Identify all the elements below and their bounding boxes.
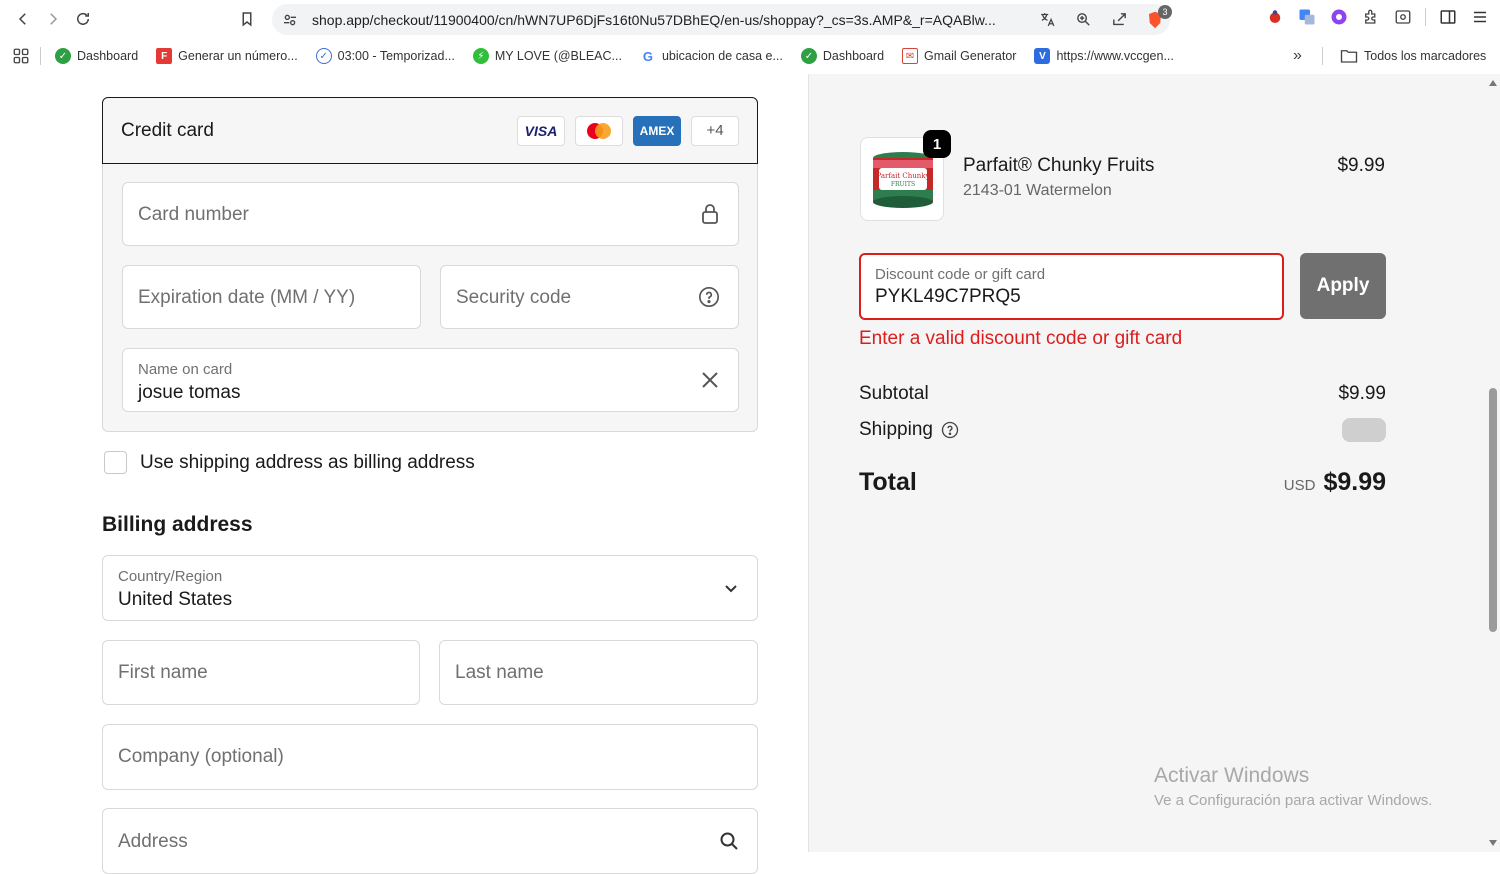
total-value: $9.99 [1323,468,1386,496]
checkout-form: Credit card VISA AMEX +4 Card number Exp… [0,74,808,874]
google-icon: G [639,48,656,64]
f-icon: F [156,48,173,64]
total-label: Total [859,468,917,496]
credit-card-option[interactable]: Credit card VISA AMEX +4 [102,97,758,164]
address-bar[interactable]: shop.app/checkout/11900400/cn/hWN7UP6DjF… [272,4,1172,35]
country-select[interactable]: Country/Region United States [102,555,758,621]
shield-count-badge: 3 [1158,4,1172,19]
check-circle-icon: ✓ [315,48,332,64]
scroll-thumb[interactable] [1489,388,1497,632]
share-icon[interactable] [1108,9,1130,31]
apply-button[interactable]: Apply [1300,253,1386,319]
bookmark-item[interactable]: ✓ 03:00 - Temporizad... [315,48,455,64]
bookmark-item[interactable]: Gubicacion de casa e... [639,48,783,64]
bookmark-icon[interactable] [232,4,262,34]
bookmark-item[interactable]: ✓ Dashboard [800,48,884,64]
first-name-field[interactable]: First name [102,640,420,705]
dashboard-icon: ✓ [55,48,71,64]
apps-grid-icon[interactable] [12,47,30,65]
scroll-up-icon[interactable] [1489,80,1497,86]
product-thumbnail: Parfait Chunky FRUITS 1 [860,130,951,221]
amex-icon: AMEX [633,115,681,146]
mastercard-icon [575,115,623,146]
bookmark-item[interactable]: ✉ Gmail Generator [902,48,1016,64]
scroll-down-icon[interactable] [1489,840,1497,846]
use-shipping-checkbox[interactable] [104,451,127,474]
reload-icon[interactable] [68,4,98,34]
security-code-field[interactable]: Security code [440,265,739,329]
sidebar-toggle-icon[interactable] [1438,7,1458,27]
bookmark-item[interactable]: F Generar un número... [156,48,298,64]
extension-translate-icon[interactable] [1297,7,1317,27]
discount-error-message: Enter a valid discount code or gift card [859,328,1183,349]
extension-ladybug-icon[interactable] [1265,7,1285,27]
browser-toolbar: shop.app/checkout/11900400/cn/hWN7UP6DjF… [0,0,1500,38]
last-name-field[interactable]: Last name [439,640,758,705]
product-variant: 2143-01 Watermelon [963,182,1112,199]
folder-icon [1340,48,1358,64]
menu-icon[interactable] [1470,7,1490,27]
site-settings-icon[interactable] [282,12,298,28]
gmail-icon: ✉ [902,48,919,64]
search-icon[interactable] [719,831,739,851]
bookmark-item[interactable]: Vhttps://www.vccgen... [1034,48,1174,64]
shipping-help-icon[interactable] [941,421,959,439]
zoom-icon[interactable] [1072,9,1094,31]
extensions-puzzle-icon[interactable] [1361,7,1381,27]
subtotal-row: Subtotal $9.99 [859,383,1386,405]
credit-card-fields: Card number Expiration date (MM / YY) Se… [102,164,758,432]
discount-code-field[interactable]: Discount code or gift card PYKL49C7PRQ5 [859,253,1284,320]
back-icon[interactable] [8,4,38,34]
credit-card-title: Credit card [121,119,214,141]
subtotal-label: Subtotal [859,383,929,404]
currency-code: USD [1283,477,1316,494]
order-summary: Parfait Chunky FRUITS 1 Parfait® Chunky … [808,74,1500,852]
windows-watermark-subtitle: Ve a Configuración para activar Windows. [1154,792,1433,809]
bolt-icon: ⚡ [472,48,489,64]
bookmark-item[interactable]: ✓ Dashboard [55,48,138,64]
total-row: Total USD $9.99 [859,468,1386,497]
translate-icon[interactable] [1036,9,1058,31]
clear-icon[interactable] [700,370,720,390]
shipping-row: Shipping [859,418,1386,442]
brave-shield-icon[interactable]: 3 [1144,4,1172,31]
chevron-down-icon [723,580,739,596]
media-icon[interactable] [1393,7,1413,27]
v-icon: V [1034,48,1051,64]
more-cards-badge: +4 [691,115,739,146]
bookmarks-bar: ✓ Dashboard F Generar un número... ✓ 03:00 … [0,38,1500,74]
shipping-label: Shipping [859,419,933,440]
visa-icon: VISA [517,115,565,146]
quantity-badge: 1 [923,130,951,158]
company-field[interactable]: Company (optional) [102,724,758,790]
product-price: $9.99 [1337,155,1385,176]
bookmark-item[interactable]: ⚡ MY LOVE (@BLEAC... [472,48,622,64]
help-circle-icon[interactable] [698,286,720,308]
lock-icon [700,203,720,225]
expiration-date-field[interactable]: Expiration date (MM / YY) [122,265,421,329]
windows-watermark-title: Activar Windows [1154,764,1310,787]
more-bookmarks-icon[interactable]: » [1293,47,1302,65]
svg-text:FRUITS: FRUITS [891,181,915,188]
url-text[interactable]: shop.app/checkout/11900400/cn/hWN7UP6DjF… [312,12,1020,28]
extension-purple-icon[interactable] [1329,7,1349,27]
page-scrollbar[interactable] [1486,74,1500,852]
product-name: Parfait® Chunky Fruits [963,155,1155,176]
subtotal-value: $9.99 [1338,383,1386,404]
shipping-loading-placeholder [1342,418,1386,442]
billing-address-title: Billing address [102,513,253,536]
use-shipping-address-option[interactable]: Use shipping address as billing address [104,451,475,474]
address-field[interactable]: Address [102,808,758,874]
forward-icon[interactable] [38,4,68,34]
all-bookmarks-folder[interactable]: Todos los marcadores [1340,48,1486,64]
dashboard-icon: ✓ [800,48,817,64]
name-on-card-field[interactable]: Name on card josue tomas [122,348,739,412]
svg-text:Parfait Chunky: Parfait Chunky [876,172,929,180]
card-number-field[interactable]: Card number [122,182,739,246]
